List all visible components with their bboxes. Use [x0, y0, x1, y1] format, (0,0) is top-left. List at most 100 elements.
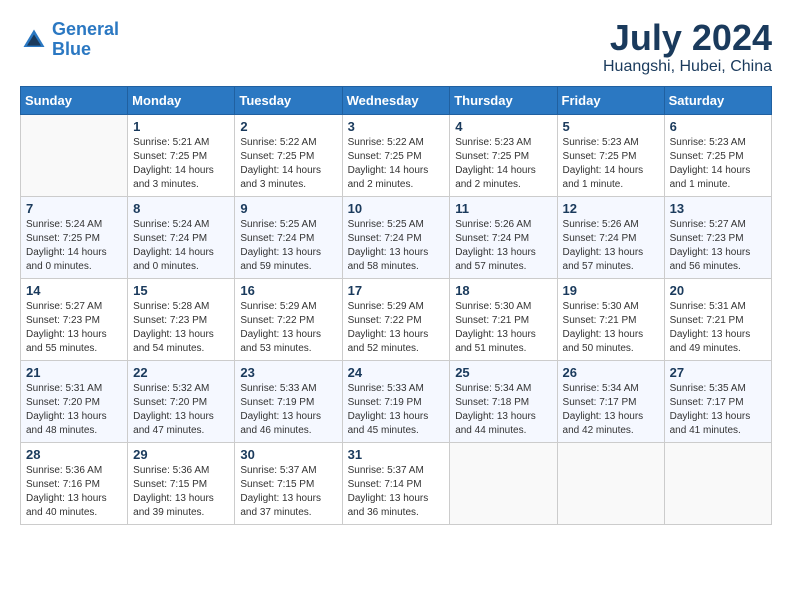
- day-info: Sunrise: 5:23 AM Sunset: 7:25 PM Dayligh…: [670, 136, 766, 192]
- day-number: 8: [133, 201, 229, 216]
- day-info: Sunrise: 5:34 AM Sunset: 7:18 PM Dayligh…: [455, 382, 551, 438]
- calendar-cell: 29 Sunrise: 5:36 AM Sunset: 7:15 PM Dayli…: [128, 443, 235, 525]
- calendar-cell: 9 Sunrise: 5:25 AM Sunset: 7:24 PM Daylig…: [235, 197, 342, 279]
- day-info: Sunrise: 5:33 AM Sunset: 7:19 PM Dayligh…: [348, 382, 445, 438]
- day-number: 19: [563, 283, 659, 298]
- day-number: 23: [240, 365, 336, 380]
- day-info: Sunrise: 5:37 AM Sunset: 7:15 PM Dayligh…: [240, 464, 336, 520]
- day-number: 14: [26, 283, 122, 298]
- day-number: 15: [133, 283, 229, 298]
- day-info: Sunrise: 5:36 AM Sunset: 7:15 PM Dayligh…: [133, 464, 229, 520]
- calendar-week-3: 14 Sunrise: 5:27 AM Sunset: 7:23 PM Dayli…: [21, 279, 772, 361]
- day-number: 22: [133, 365, 229, 380]
- day-info: Sunrise: 5:25 AM Sunset: 7:24 PM Dayligh…: [240, 218, 336, 274]
- calendar-cell: 18 Sunrise: 5:30 AM Sunset: 7:21 PM Dayli…: [450, 279, 557, 361]
- logo: General Blue: [20, 20, 119, 60]
- calendar-cell: 21 Sunrise: 5:31 AM Sunset: 7:20 PM Dayli…: [21, 361, 128, 443]
- day-info: Sunrise: 5:31 AM Sunset: 7:20 PM Dayligh…: [26, 382, 122, 438]
- weekday-header-thursday: Thursday: [450, 87, 557, 115]
- calendar-cell: 17 Sunrise: 5:29 AM Sunset: 7:22 PM Dayli…: [342, 279, 450, 361]
- logo-icon: [20, 26, 48, 54]
- day-info: Sunrise: 5:30 AM Sunset: 7:21 PM Dayligh…: [455, 300, 551, 356]
- day-info: Sunrise: 5:26 AM Sunset: 7:24 PM Dayligh…: [563, 218, 659, 274]
- day-number: 10: [348, 201, 445, 216]
- calendar-cell: [21, 115, 128, 197]
- calendar-cell: 19 Sunrise: 5:30 AM Sunset: 7:21 PM Dayli…: [557, 279, 664, 361]
- day-number: 25: [455, 365, 551, 380]
- day-info: Sunrise: 5:22 AM Sunset: 7:25 PM Dayligh…: [240, 136, 336, 192]
- calendar-cell: 12 Sunrise: 5:26 AM Sunset: 7:24 PM Dayli…: [557, 197, 664, 279]
- day-number: 16: [240, 283, 336, 298]
- day-number: 6: [670, 119, 766, 134]
- calendar-cell: 31Sunrise: 5:37 AM Sunset: 7:14 PM Dayli…: [342, 443, 450, 525]
- day-number: 30: [240, 447, 336, 462]
- calendar-cell: 16 Sunrise: 5:29 AM Sunset: 7:22 PM Dayli…: [235, 279, 342, 361]
- day-info: Sunrise: 5:27 AM Sunset: 7:23 PM Dayligh…: [26, 300, 122, 356]
- weekday-header-wednesday: Wednesday: [342, 87, 450, 115]
- day-number: 26: [563, 365, 659, 380]
- day-info: Sunrise: 5:22 AM Sunset: 7:25 PM Dayligh…: [348, 136, 445, 192]
- calendar-cell: 3 Sunrise: 5:22 AM Sunset: 7:25 PM Daylig…: [342, 115, 450, 197]
- calendar-cell: 15 Sunrise: 5:28 AM Sunset: 7:23 PM Dayli…: [128, 279, 235, 361]
- day-info: Sunrise: 5:26 AM Sunset: 7:24 PM Dayligh…: [455, 218, 551, 274]
- calendar-cell: [557, 443, 664, 525]
- day-number: 1: [133, 119, 229, 134]
- day-info: Sunrise: 5:29 AM Sunset: 7:22 PM Dayligh…: [240, 300, 336, 356]
- location-title: Huangshi, Hubei, China: [603, 58, 772, 76]
- calendar-cell: 7 Sunrise: 5:24 AM Sunset: 7:25 PM Daylig…: [21, 197, 128, 279]
- weekday-header-friday: Friday: [557, 87, 664, 115]
- calendar-cell: 2Sunrise: 5:22 AM Sunset: 7:25 PM Daylig…: [235, 115, 342, 197]
- day-number: 17: [348, 283, 445, 298]
- day-info: Sunrise: 5:29 AM Sunset: 7:22 PM Dayligh…: [348, 300, 445, 356]
- calendar-cell: [664, 443, 771, 525]
- calendar-week-2: 7 Sunrise: 5:24 AM Sunset: 7:25 PM Daylig…: [21, 197, 772, 279]
- calendar-cell: 24Sunrise: 5:33 AM Sunset: 7:19 PM Dayli…: [342, 361, 450, 443]
- calendar-week-5: 28 Sunrise: 5:36 AM Sunset: 7:16 PM Dayli…: [21, 443, 772, 525]
- calendar-cell: 26 Sunrise: 5:34 AM Sunset: 7:17 PM Dayli…: [557, 361, 664, 443]
- day-number: 18: [455, 283, 551, 298]
- day-number: 28: [26, 447, 122, 462]
- day-number: 11: [455, 201, 551, 216]
- calendar-cell: 11 Sunrise: 5:26 AM Sunset: 7:24 PM Dayli…: [450, 197, 557, 279]
- day-info: Sunrise: 5:33 AM Sunset: 7:19 PM Dayligh…: [240, 382, 336, 438]
- calendar-cell: 4 Sunrise: 5:23 AM Sunset: 7:25 PM Daylig…: [450, 115, 557, 197]
- page-header: General Blue July 2024 Huangshi, Hubei, …: [20, 20, 772, 76]
- calendar-cell: 27 Sunrise: 5:35 AM Sunset: 7:17 PM Dayli…: [664, 361, 771, 443]
- day-info: Sunrise: 5:35 AM Sunset: 7:17 PM Dayligh…: [670, 382, 766, 438]
- calendar-cell: 20Sunrise: 5:31 AM Sunset: 7:21 PM Dayli…: [664, 279, 771, 361]
- weekday-header-row: SundayMondayTuesdayWednesdayThursdayFrid…: [21, 87, 772, 115]
- day-number: 4: [455, 119, 551, 134]
- day-number: 5: [563, 119, 659, 134]
- day-info: Sunrise: 5:27 AM Sunset: 7:23 PM Dayligh…: [670, 218, 766, 274]
- weekday-header-saturday: Saturday: [664, 87, 771, 115]
- calendar-cell: [450, 443, 557, 525]
- calendar-cell: 23 Sunrise: 5:33 AM Sunset: 7:19 PM Dayli…: [235, 361, 342, 443]
- day-number: 3: [348, 119, 445, 134]
- day-number: 7: [26, 201, 122, 216]
- day-info: Sunrise: 5:28 AM Sunset: 7:23 PM Dayligh…: [133, 300, 229, 356]
- day-info: Sunrise: 5:23 AM Sunset: 7:25 PM Dayligh…: [455, 136, 551, 192]
- weekday-header-monday: Monday: [128, 87, 235, 115]
- day-info: Sunrise: 5:36 AM Sunset: 7:16 PM Dayligh…: [26, 464, 122, 520]
- day-info: Sunrise: 5:24 AM Sunset: 7:25 PM Dayligh…: [26, 218, 122, 274]
- calendar-cell: 5Sunrise: 5:23 AM Sunset: 7:25 PM Daylig…: [557, 115, 664, 197]
- day-info: Sunrise: 5:37 AM Sunset: 7:14 PM Dayligh…: [348, 464, 445, 520]
- day-number: 9: [240, 201, 336, 216]
- month-title: July 2024: [603, 20, 772, 56]
- calendar-cell: 13 Sunrise: 5:27 AM Sunset: 7:23 PM Dayli…: [664, 197, 771, 279]
- calendar-cell: 30 Sunrise: 5:37 AM Sunset: 7:15 PM Dayli…: [235, 443, 342, 525]
- day-number: 21: [26, 365, 122, 380]
- calendar-cell: 1Sunrise: 5:21 AM Sunset: 7:25 PM Daylig…: [128, 115, 235, 197]
- calendar-table: SundayMondayTuesdayWednesdayThursdayFrid…: [20, 86, 772, 525]
- logo-text: General Blue: [52, 20, 119, 60]
- day-number: 13: [670, 201, 766, 216]
- day-number: 12: [563, 201, 659, 216]
- day-info: Sunrise: 5:34 AM Sunset: 7:17 PM Dayligh…: [563, 382, 659, 438]
- day-info: Sunrise: 5:25 AM Sunset: 7:24 PM Dayligh…: [348, 218, 445, 274]
- day-info: Sunrise: 5:30 AM Sunset: 7:21 PM Dayligh…: [563, 300, 659, 356]
- day-number: 29: [133, 447, 229, 462]
- day-number: 27: [670, 365, 766, 380]
- day-info: Sunrise: 5:32 AM Sunset: 7:20 PM Dayligh…: [133, 382, 229, 438]
- calendar-week-1: 1Sunrise: 5:21 AM Sunset: 7:25 PM Daylig…: [21, 115, 772, 197]
- day-info: Sunrise: 5:24 AM Sunset: 7:24 PM Dayligh…: [133, 218, 229, 274]
